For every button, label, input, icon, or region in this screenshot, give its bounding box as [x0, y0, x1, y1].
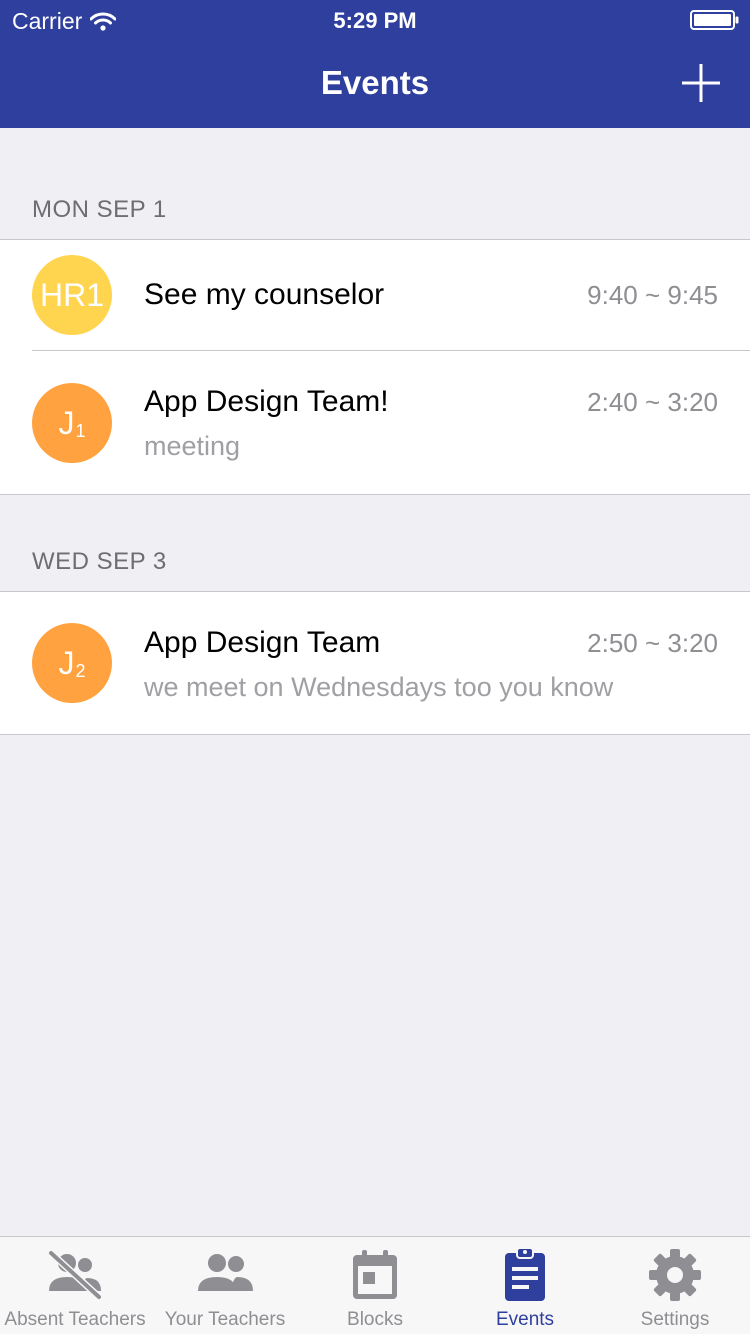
avatar-index: 1	[75, 420, 86, 441]
tab-label: Settings	[640, 1309, 710, 1330]
nav-bar: Events	[0, 40, 750, 128]
avatar-index: 2	[75, 660, 86, 681]
event-row[interactable]: HR1 See my counselor 9:40 ~ 9:45	[0, 240, 750, 351]
absent-teachers-icon	[48, 1250, 102, 1300]
avatar-initials: HR1	[39, 276, 104, 313]
event-time: 2:40 ~ 3:20	[587, 387, 718, 417]
tab-events[interactable]: Events	[450, 1237, 600, 1334]
section-header: MON SEP 1	[32, 196, 167, 223]
event-list-section-1: HR1 See my counselor 9:40 ~ 9:45 J1 App …	[0, 239, 750, 495]
status-time: 5:29 PM	[333, 8, 417, 33]
events-screen: Carrier 5:29 PM Events MON SEP 1 HR1 See…	[0, 0, 750, 1334]
avatar: HR1	[32, 255, 112, 335]
event-list-section-2: J2 App Design Team we meet on Wednesdays…	[0, 591, 750, 735]
event-subtitle: we meet on Wednesdays too you know	[144, 672, 614, 702]
tab-settings[interactable]: Settings	[600, 1237, 750, 1334]
calendar-icon	[353, 1250, 397, 1299]
people-icon	[198, 1254, 253, 1291]
plus-icon	[682, 64, 720, 102]
tab-absent-teachers[interactable]: Absent Teachers	[0, 1237, 150, 1334]
avatar-initials: J	[58, 644, 75, 681]
event-time: 9:40 ~ 9:45	[587, 280, 718, 310]
tab-label: Blocks	[347, 1309, 403, 1330]
clipboard-icon	[505, 1247, 545, 1301]
event-title: App Design Team!	[144, 385, 389, 418]
tab-label: Your Teachers	[164, 1309, 286, 1330]
tab-blocks[interactable]: Blocks	[300, 1237, 450, 1334]
tab-your-teachers[interactable]: Your Teachers	[150, 1237, 300, 1334]
event-subtitle: meeting	[144, 431, 241, 461]
gear-icon	[649, 1249, 701, 1301]
tab-label: Absent Teachers	[4, 1309, 146, 1330]
status-bar: Carrier 5:29 PM	[0, 0, 750, 40]
add-event-button[interactable]	[676, 58, 726, 108]
header: Carrier 5:29 PM Events	[0, 0, 750, 128]
avatar: J1	[32, 383, 112, 463]
event-row[interactable]: J1 App Design Team! meeting 2:40 ~ 3:20	[0, 351, 750, 494]
avatar: J2	[32, 623, 112, 703]
event-title: See my counselor	[144, 278, 385, 311]
avatar-initials: J	[58, 404, 75, 441]
battery-icon	[690, 10, 739, 30]
event-time: 2:50 ~ 3:20	[587, 628, 718, 658]
page-title: Events	[320, 64, 430, 101]
tab-bar: Absent Teachers Your Teachers Blocks Eve…	[0, 1236, 750, 1334]
event-row[interactable]: J2 App Design Team we meet on Wednesdays…	[0, 592, 750, 734]
tab-label: Events	[495, 1309, 555, 1330]
event-title: App Design Team	[144, 626, 381, 659]
section-header: WED SEP 3	[32, 548, 167, 575]
